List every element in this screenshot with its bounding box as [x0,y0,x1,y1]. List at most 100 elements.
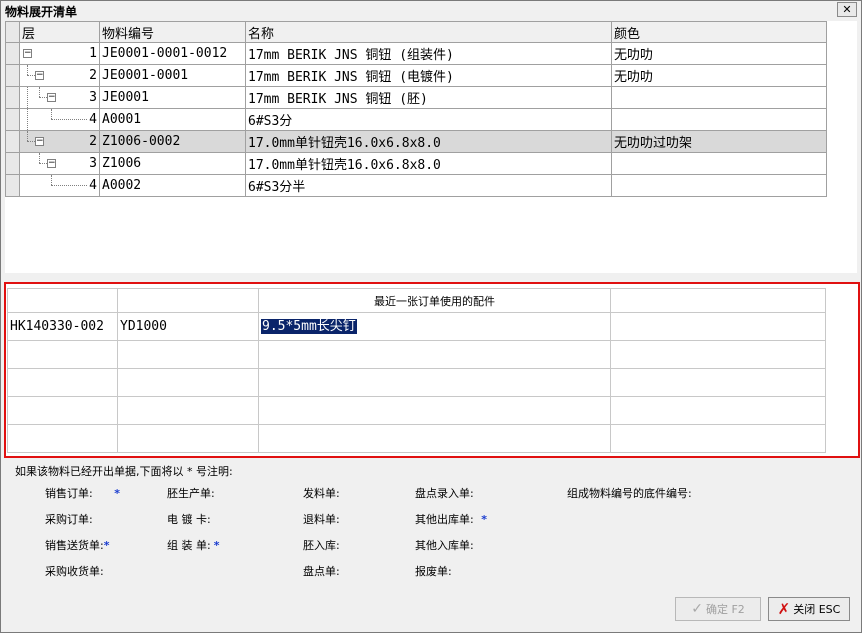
close-label: 关闭 ESC [793,603,841,616]
tree-line [51,185,87,186]
recent-order-parts-grid[interactable]: 最近一张订单使用的配件 HK140330-002 YD1000 9.5*5mm长… [7,288,826,453]
empty-cell [258,424,611,453]
tree-row[interactable]: − 2 JE0001-0001 17mm BERIK JNS 铜钮 (电镀件) … [5,64,827,87]
code-cell: JE0001 [99,86,246,109]
level-cell: 4 [19,108,100,131]
name-cell: 17mm BERIK JNS 铜钮 (胚) [245,86,612,109]
row-selector[interactable] [5,108,20,131]
level-cell: − 3 [19,86,100,109]
bom-tree-grid[interactable]: 层 物料编号 名称 颜色 − 1 JE0001-0001-0012 17mm B… [5,21,857,273]
lower-header-row: 最近一张订单使用的配件 [7,288,826,313]
legend-sales-order: 销售订单: * [45,485,120,501]
legend-blank-in: 胚入库: [303,539,340,552]
table-row[interactable] [7,396,826,425]
code-cell: A0002 [99,174,246,197]
collapse-icon[interactable]: − [35,71,44,80]
doc-exists-star: * [481,513,487,526]
tree-row[interactable]: 4 A0001 6#S3分 [5,108,827,131]
tree-row-selected[interactable]: − 2 Z1006-0002 17.0mm单针钮壳16.0x6.8x8.0 无叻… [5,130,827,153]
tree-row[interactable]: 4 A0002 6#S3分半 [5,174,827,197]
empty-cell [117,368,259,397]
legend-scrap: 报废单: [415,565,452,578]
level-value: 1 [89,46,97,61]
color-cell [611,86,827,109]
level-cell: − 3 [19,152,100,175]
tree-line [39,87,40,97]
level-value: 4 [89,112,97,127]
recent-order-parts-panel: 最近一张订单使用的配件 HK140330-002 YD1000 9.5*5mm长… [4,282,860,458]
table-row[interactable]: HK140330-002 YD1000 9.5*5mm长尖钉 [7,312,826,341]
empty-cell [7,396,118,425]
color-cell [611,174,827,197]
empty-cell [610,424,826,453]
table-row[interactable] [7,424,826,453]
doc-exists-star: * [213,539,220,552]
tree-line [27,65,28,75]
legend-other-out: 其他出库单: * [415,511,487,527]
name-cell: 17mm BERIK JNS 铜钮 (组装件) [245,42,612,65]
level-cell: − 2 [19,130,100,153]
legend-note: 如果该物料已经开出单据,下面将以 * 号注明: [15,465,233,478]
legend-plating-card: 电 镀 卡: [167,513,211,526]
tree-line [51,109,52,119]
col-header-recent-parts[interactable]: 最近一张订单使用的配件 [258,288,611,313]
color-cell: 无叻叻 [611,42,827,65]
legend-sales-delivery: 销售送货单:* [45,537,109,553]
confirm-label: 确定 F2 [705,603,745,616]
level-value: 2 [89,68,97,83]
collapse-icon[interactable]: − [47,159,56,168]
col-header-extra[interactable] [610,288,826,313]
empty-cell [258,396,611,425]
collapse-icon[interactable]: − [23,49,32,58]
legend-return: 退料单: [303,513,340,526]
tree-row[interactable]: − 3 JE0001 17mm BERIK JNS 铜钮 (胚) [5,86,827,109]
collapse-icon[interactable]: − [47,93,56,102]
col-header-color[interactable]: 颜色 [611,21,827,43]
legend-label: 销售送货单: [45,539,104,552]
row-selector[interactable] [5,152,20,175]
close-button[interactable]: ✗ 关闭 ESC [768,597,850,621]
legend-purchase-order: 采购订单: [45,513,93,526]
col-header-name[interactable]: 名称 [245,21,612,43]
collapse-icon[interactable]: − [35,137,44,146]
legend-label: 组 装 单: [167,539,211,552]
row-selector[interactable] [5,64,20,87]
part-name-cell[interactable]: 9.5*5mm长尖钉 [258,312,611,341]
level-cell: 4 [19,174,100,197]
close-icon[interactable]: ✕ [837,2,857,17]
confirm-button[interactable]: ✓ 确定 F2 [675,597,761,621]
legend-other-in: 其他入库单: [415,539,474,552]
tree-line [39,153,40,163]
row-selector[interactable] [5,174,20,197]
tree-row[interactable]: − 3 Z1006 17.0mm单针钮壳16.0x6.8x8.0 [5,152,827,175]
tree-line [51,119,87,120]
tree-header-row: 层 物料编号 名称 颜色 [5,21,827,43]
name-cell: 6#S3分 [245,108,612,131]
tree-line [51,175,52,185]
color-cell: 无叻叻过叻架 [611,130,827,153]
table-row[interactable] [7,340,826,369]
legend-label: 销售订单: [45,487,93,500]
empty-cell [610,396,826,425]
row-selector[interactable] [5,130,20,153]
empty-cell [7,368,118,397]
extra-cell [610,312,826,341]
row-selector[interactable] [5,86,20,109]
tree-row[interactable]: − 1 JE0001-0001-0012 17mm BERIK JNS 铜钮 (… [5,42,827,65]
level-cell: − 2 [19,64,100,87]
doc-exists-star: * [114,487,120,500]
level-value: 2 [89,134,97,149]
legend-label: 其他出库单: [415,513,474,526]
legend-stocktake: 盘点单: [303,565,340,578]
selected-part-name[interactable]: 9.5*5mm长尖钉 [261,319,357,334]
checkmark-icon: ✓ [691,601,703,617]
legend-purchase-receipt: 采购收货单: [45,565,104,578]
table-row[interactable] [7,368,826,397]
col-header-order[interactable] [7,288,118,313]
name-cell: 17.0mm单针钮壳16.0x6.8x8.0 [245,152,612,175]
row-selector[interactable] [5,42,20,65]
col-header-level[interactable]: 层 [19,21,100,43]
code-cell: JE0001-0001 [99,64,246,87]
col-header-code[interactable]: 物料编号 [99,21,246,43]
col-header-part-code[interactable] [117,288,259,313]
